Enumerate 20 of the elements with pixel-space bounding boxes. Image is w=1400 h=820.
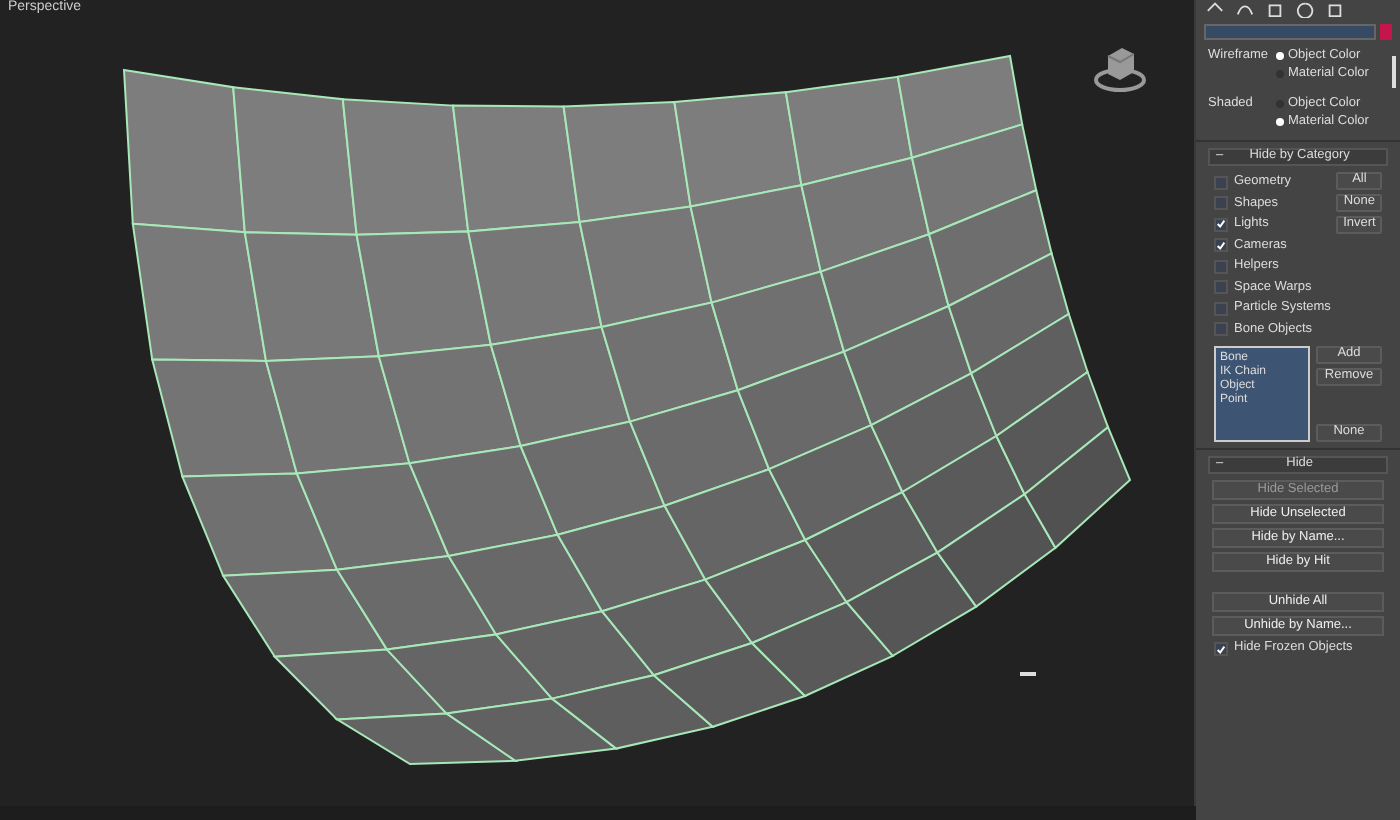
checkbox[interactable] [1214, 196, 1228, 211]
color-swatch[interactable] [1380, 24, 1392, 40]
checkbox[interactable] [1214, 642, 1228, 656]
toolbar-icon[interactable] [1324, 0, 1346, 18]
toolbar-icon[interactable] [1234, 0, 1256, 18]
view-cube-icon[interactable] [1090, 44, 1150, 96]
checkbox[interactable] [1214, 280, 1228, 295]
cursor-mark [1020, 672, 1036, 676]
checkbox[interactable] [1214, 322, 1228, 337]
checkbox[interactable] [1214, 259, 1228, 274]
checkbox[interactable] [1214, 217, 1228, 232]
toolbar-icon[interactable] [1294, 0, 1316, 18]
scroll-thumb[interactable] [1392, 56, 1396, 88]
toolbar-icon[interactable] [1264, 0, 1286, 18]
checkbox[interactable] [1214, 238, 1228, 253]
radio-button[interactable] [1276, 117, 1284, 125]
checkbox[interactable] [1214, 175, 1228, 190]
checkbox[interactable] [1214, 301, 1228, 316]
name-field[interactable] [1204, 24, 1376, 40]
radio-button[interactable] [1276, 51, 1284, 59]
